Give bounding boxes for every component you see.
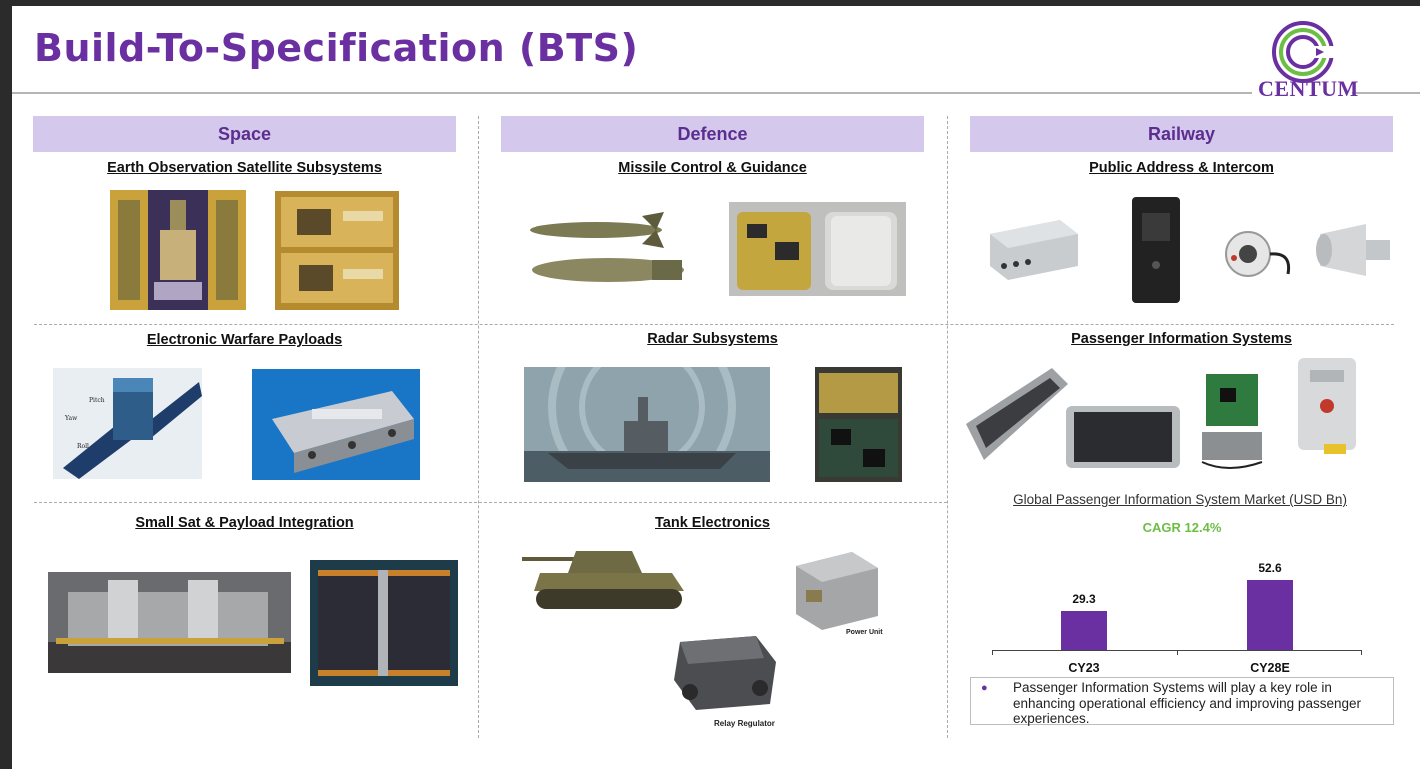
relay-regulator-caption: Relay Regulator bbox=[714, 719, 775, 728]
slide: Build-To-Specification (BTS) CENTUM Spac… bbox=[12, 6, 1420, 769]
section-title-small-sat: Small Sat & Payload Integration bbox=[135, 515, 354, 531]
chart-bar-cy28e bbox=[1247, 580, 1293, 650]
section-title-missile: Missile Control & Guidance bbox=[618, 160, 807, 176]
small-sat-cube-image bbox=[310, 560, 458, 686]
column-header-railway: Railway bbox=[970, 116, 1393, 152]
missile-image bbox=[524, 208, 688, 294]
row-separator bbox=[34, 502, 947, 503]
page-title: Build-To-Specification (BTS) bbox=[34, 26, 639, 70]
section-title-eo-satellite: Earth Observation Satellite Subsystems bbox=[107, 160, 382, 176]
small-sat-integration-image bbox=[48, 572, 291, 673]
section-title-pis: Passenger Information Systems bbox=[1071, 331, 1292, 347]
pis-display-slanted-image bbox=[962, 364, 1070, 464]
market-chart-title: Global Passenger Information System Mark… bbox=[1013, 492, 1347, 507]
logo-wordmark: CENTUM bbox=[1258, 76, 1359, 101]
chart-category-label: CY28E bbox=[1250, 661, 1290, 675]
svg-text:Roll: Roll bbox=[77, 443, 89, 450]
title-divider bbox=[12, 92, 1252, 94]
chart-data-label: 29.3 bbox=[1072, 592, 1096, 606]
section-title-ew-payloads: Electronic Warfare Payloads bbox=[146, 332, 343, 348]
pis-note: ● Passenger Information Systems will pla… bbox=[970, 677, 1394, 726]
naval-radar-ship-image bbox=[524, 367, 770, 482]
power-unit-image: Power Unit bbox=[782, 546, 890, 636]
satellite-orbit-diagram: Pitch Yaw Roll bbox=[53, 368, 202, 479]
section-title-public-address: Public Address & Intercom bbox=[1089, 160, 1274, 176]
title-divider-right bbox=[1352, 92, 1420, 94]
cctv-camera-image bbox=[1218, 224, 1300, 284]
tank-image bbox=[522, 543, 694, 618]
column-separator bbox=[478, 116, 479, 738]
pa-amplifier-image bbox=[982, 210, 1084, 286]
intercom-panel-image bbox=[1128, 195, 1184, 305]
radar-circuit-board-image bbox=[815, 367, 902, 482]
horn-speaker-image bbox=[1310, 220, 1394, 280]
pis-display-screen-image bbox=[1060, 402, 1186, 472]
chart-bar-cy23 bbox=[1061, 611, 1107, 650]
chart-data-label: 52.6 bbox=[1258, 561, 1282, 575]
bullet-icon: ● bbox=[981, 682, 988, 694]
cagr-label: CAGR 12.4% bbox=[1142, 520, 1222, 535]
emergency-intercom-image bbox=[1294, 356, 1362, 458]
satellite-electronics-image bbox=[275, 191, 399, 310]
svg-text:Yaw: Yaw bbox=[64, 415, 78, 422]
pis-note-text: Passenger Information Systems will play … bbox=[1013, 680, 1361, 726]
column-header-defence: Defence bbox=[501, 116, 924, 152]
svg-text:Pitch: Pitch bbox=[89, 397, 105, 404]
section-title-radar: Radar Subsystems bbox=[647, 331, 778, 347]
guidance-electronics-image bbox=[729, 202, 906, 296]
market-bar-chart: 29.3 CY23 52.6 CY28E bbox=[992, 561, 1362, 675]
column-separator bbox=[947, 116, 948, 738]
satellite-assembly-image bbox=[110, 190, 246, 310]
relay-regulator-image: Relay Regulator bbox=[660, 628, 786, 730]
pis-controller-board-image bbox=[1198, 370, 1268, 476]
row-separator bbox=[34, 324, 1394, 325]
power-unit-caption: Power Unit bbox=[846, 629, 883, 636]
column-header-space: Space bbox=[33, 116, 456, 152]
ew-payload-image bbox=[252, 369, 420, 480]
section-title-tank: Tank Electronics bbox=[655, 515, 770, 531]
chart-category-label: CY23 bbox=[1068, 661, 1099, 675]
